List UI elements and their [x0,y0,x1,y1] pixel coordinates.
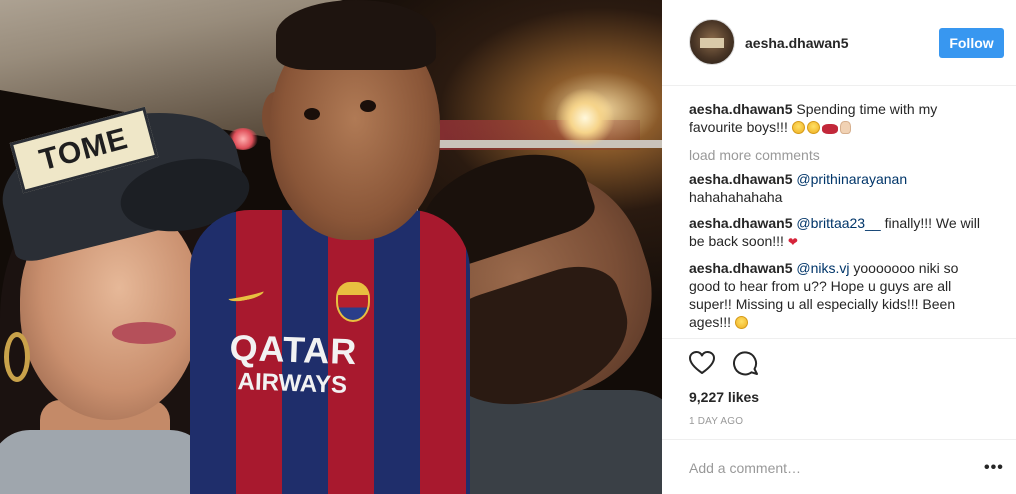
likes-count[interactable]: 9,227 likes [689,389,759,405]
comment-item: aesha.dhawan5 @niks.vj yooooooo niki so … [689,259,989,331]
hand-emoji-icon [839,121,851,134]
comment-item: aesha.dhawan5 @prithinarayanan hahahahah… [689,170,989,206]
post-timestamp[interactable]: 1 DAY AGO [689,416,743,427]
follow-button[interactable]: Follow [939,28,1004,58]
comment-username[interactable]: aesha.dhawan5 [689,215,793,231]
comment-item: aesha.dhawan5 @brittaa23__ finally!!! We… [689,214,989,251]
comment-username[interactable]: aesha.dhawan5 [689,171,793,187]
jersey-crest [336,282,370,322]
post-sidebar: aesha.dhawan5 Follow aesha.dhawan5 Spend… [662,0,1016,494]
load-more-comments-link[interactable]: load more comments [689,146,989,164]
add-comment-input[interactable] [689,458,959,478]
smiling-face-emoji-icon [791,121,805,134]
comment-bubble-icon[interactable] [732,349,760,377]
kiss-mark-emoji-icon [821,124,838,134]
kid-hair [276,0,436,70]
kid-eye [360,100,376,112]
comments-list: aesha.dhawan5 Spending time with my favo… [689,100,989,339]
kid-eye [304,108,320,120]
woman-top [0,430,210,494]
smiling-face-emoji-icon [734,316,748,329]
more-options-icon[interactable]: ••• [984,458,1004,478]
woman-lips [112,322,176,344]
author-avatar[interactable] [689,19,735,65]
hanging-lamp [555,88,615,148]
railing [420,140,662,148]
comment-mention[interactable]: @prithinarayanan [796,171,907,187]
jersey-sponsor-line2: AIRWAYS [237,368,348,399]
jersey-sponsor-line1: QATAR [229,326,359,373]
smiling-face-emoji-icon [806,121,820,134]
heart-icon[interactable] [688,349,716,377]
caption: aesha.dhawan5 Spending time with my favo… [689,100,989,136]
add-comment-section: ••• [662,439,1016,493]
caption-username[interactable]: aesha.dhawan5 [689,101,793,117]
post-actions: 9,227 likes 1 DAY AGO ••• [662,338,1016,488]
jersey-sponsor: QATAR AIRWAYS [217,326,369,399]
comment-mention[interactable]: @brittaa23__ [796,215,880,231]
avatar-photo-detail [700,38,724,48]
red-heart-emoji-icon: ❤ [787,235,798,249]
author-username[interactable]: aesha.dhawan5 [745,35,849,51]
post-photo[interactable]: TOME QATAR AIRWAYS [0,0,662,494]
comment-username[interactable]: aesha.dhawan5 [689,260,793,276]
post-header: aesha.dhawan5 Follow [662,0,1016,86]
comment-text: hahahahahaha [689,189,783,205]
comment-mention[interactable]: @niks.vj [796,260,849,276]
earring [4,332,30,382]
